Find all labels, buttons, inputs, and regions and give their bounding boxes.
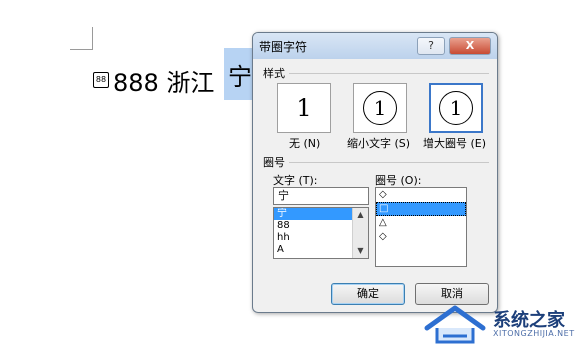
dialog-titlebar[interactable]: 带圈字符 ? X [253,33,497,59]
dialog-title: 带圈字符 [259,39,308,54]
enclosure-listbox[interactable]: ◇ □ △ ◇ [375,187,467,267]
document-text: 888 浙江 [113,68,215,97]
enclosure-section-label: 圈号 [263,156,285,169]
text-input[interactable]: 宁 [273,187,369,205]
style-section-label: 样式 [263,67,285,80]
page-corner-marker [70,27,93,50]
enclosure-list-item[interactable]: ◇ [376,230,466,244]
style-option-none[interactable]: 1 [277,83,331,133]
document-line[interactable]: 88 888 浙江 [93,60,214,100]
circled-char-88: 88 [93,72,109,88]
enclosure-list-item[interactable]: □ [376,202,466,216]
style-none-caption: 无 (N) [289,137,321,150]
style-separator [289,73,489,74]
site-watermark: 系统之家 XITONGZHIJIA.NET [421,298,587,353]
style-shrink-glyph: 1 [363,91,397,125]
house-logo-icon [424,305,486,344]
scroll-up-icon[interactable]: ▲ [353,208,368,222]
text-list-scrollbar[interactable]: ▲ ▼ [352,208,368,258]
style-none-glyph: 1 [296,94,312,122]
close-button[interactable]: X [449,37,491,55]
scroll-down-icon[interactable]: ▼ [353,244,368,258]
style-shrink-caption: 缩小文字 (S) [347,137,411,150]
style-option-enlarge-symbol[interactable]: 1 [429,83,483,133]
enclosed-characters-dialog: 带圈字符 ? X 样式 1 无 (N) 1 缩小文字 (S) 1 增大圈号 (E… [252,32,498,313]
style-enlarge-caption: 增大圈号 (E) [423,137,487,150]
style-enlarge-glyph: 1 [439,91,473,125]
ok-button[interactable]: 确定 [331,283,405,305]
watermark-subtitle: XITONGZHIJIA.NET [493,329,575,338]
style-option-shrink-text[interactable]: 1 [353,83,407,133]
enclosure-list-item[interactable]: ◇ [376,188,466,202]
text-listbox[interactable]: 宁 88 hh A ▲ ▼ [273,207,369,259]
enclosure-label: 圈号 (O): [375,174,422,187]
text-label: 文字 (T): [273,174,318,187]
enclosure-separator [289,162,489,163]
help-button[interactable]: ? [417,37,445,55]
enclosure-list-item[interactable]: △ [376,216,466,230]
